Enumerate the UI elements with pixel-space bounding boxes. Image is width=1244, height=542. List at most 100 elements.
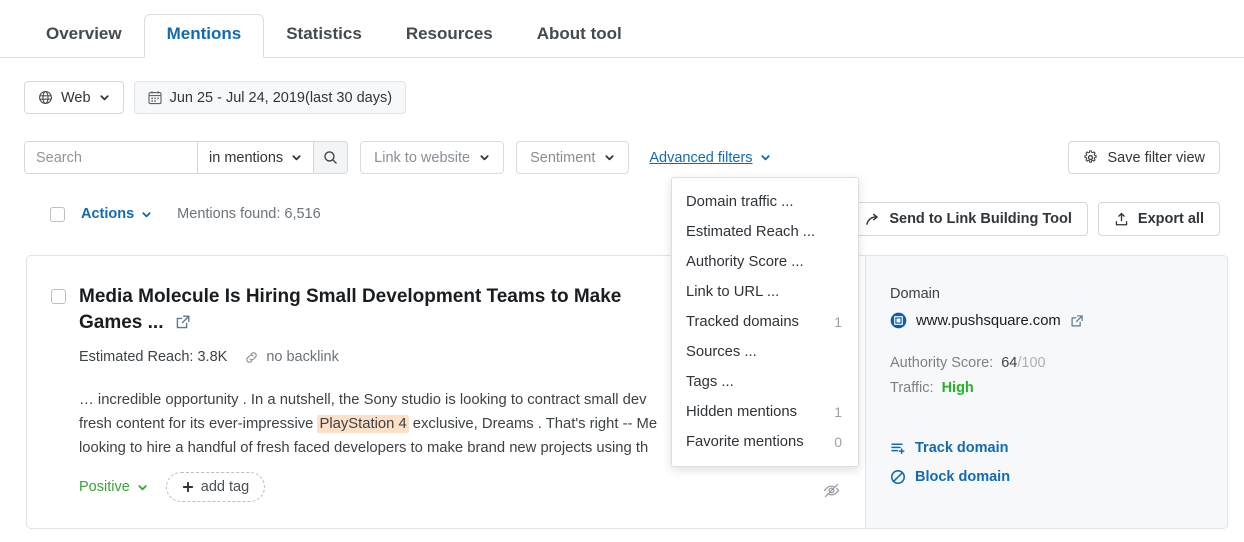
snippet-text: fresh content for its ever-impressive (79, 416, 318, 433)
globe-icon (38, 90, 53, 105)
dropdown-item-count: 1 (834, 314, 842, 330)
select-all-checkbox[interactable] (50, 206, 65, 222)
backlink-status: no backlink (244, 349, 339, 365)
external-link-icon[interactable] (175, 314, 191, 330)
authority-score-value: 64 (1001, 355, 1018, 371)
tab-overview[interactable]: Overview (24, 15, 144, 57)
send-to-link-building-label: Send to Link Building Tool (889, 211, 1072, 227)
search-input[interactable] (25, 142, 197, 173)
filter-row: in mentions Link to website Sentiment (24, 141, 771, 174)
dropdown-item-label: Estimated Reach ... (686, 224, 816, 240)
link-to-website-label: Link to website (374, 149, 471, 166)
add-tag-button[interactable]: add tag (165, 472, 266, 502)
add-tag-label: add tag (200, 479, 250, 495)
search-icon (323, 150, 338, 165)
tab-resources[interactable]: Resources (384, 15, 515, 57)
sentiment-filter-label: Sentiment (530, 149, 596, 166)
track-domain-button[interactable]: Track domain (890, 440, 1010, 456)
mention-card-footer: Positive add tag (79, 472, 266, 502)
track-list-add-icon (890, 440, 906, 456)
save-filter-view-button[interactable]: Save filter view (1068, 141, 1220, 174)
chevron-down-icon (291, 152, 302, 163)
bulk-actions-row: Actions Mentions found: 6,516 (50, 206, 321, 222)
backlink-status-label: no backlink (266, 349, 339, 366)
export-actions: Send to Link Building Tool Export all (849, 202, 1220, 236)
sentiment-value: Positive (79, 479, 130, 495)
snippet-highlight: PlayStation 4 (317, 415, 409, 434)
mention-title[interactable]: Media Molecule Is Hiring Small Developme… (79, 284, 679, 336)
save-filter-view-label: Save filter view (1107, 149, 1205, 166)
dropdown-item-favorite-mentions[interactable]: Favorite mentions 0 (672, 427, 858, 457)
domain-url-link[interactable]: www.pushsquare.com (916, 313, 1061, 329)
advanced-filters-label: Advanced filters (649, 149, 753, 166)
authority-score-label: Authority Score: (890, 355, 994, 371)
dropdown-item-label: Tags ... (686, 374, 734, 390)
domain-stats: Authority Score: 64/100 Traffic: High (890, 351, 1227, 402)
block-domain-button[interactable]: Block domain (890, 469, 1010, 485)
block-icon (890, 469, 906, 485)
hide-mention-button[interactable] (822, 481, 841, 500)
dropdown-item-label: Tracked domains (686, 314, 799, 330)
mention-title-text: Media Molecule Is Hiring Small Developme… (79, 286, 622, 334)
chevron-down-icon (137, 482, 148, 493)
search-group: in mentions (24, 141, 349, 174)
gear-icon (1083, 150, 1098, 165)
square-badge-icon (890, 312, 907, 329)
authority-score-row: Authority Score: 64/100 (890, 351, 1227, 376)
traffic-row: Traffic: High (890, 376, 1227, 401)
dropdown-item-hidden-mentions[interactable]: Hidden mentions 1 (672, 397, 858, 427)
export-all-button[interactable]: Export all (1097, 202, 1220, 236)
advanced-filters-toggle[interactable]: Advanced filters (649, 150, 770, 166)
dropdown-item-sources[interactable]: Sources ... (672, 337, 858, 367)
dropdown-item-domain-traffic[interactable]: Domain traffic ... (672, 187, 858, 217)
link-to-website-filter[interactable]: Link to website (360, 141, 505, 174)
mention-card: Media Molecule Is Hiring Small Developme… (26, 255, 1228, 529)
mentions-found-count: Mentions found: 6,516 (177, 206, 321, 222)
chevron-down-icon (99, 92, 110, 103)
dropdown-item-count: 1 (834, 404, 842, 420)
search-scope-selector[interactable]: in mentions (197, 142, 313, 173)
mention-select-checkbox[interactable] (51, 289, 66, 304)
link-icon (244, 350, 259, 365)
dropdown-item-tracked-domains[interactable]: Tracked domains 1 (672, 307, 858, 337)
chevron-down-icon (141, 209, 152, 220)
sentiment-selector[interactable]: Positive (79, 479, 148, 495)
share-arrow-icon (865, 212, 880, 227)
dropdown-item-label: Domain traffic ... (686, 194, 794, 210)
source-selector[interactable]: Web (24, 81, 124, 114)
snippet-text: … incredible opportunity . In a nutshell… (79, 392, 647, 409)
plus-icon (182, 481, 194, 493)
dropdown-item-tags[interactable]: Tags ... (672, 367, 858, 397)
estimated-reach: Estimated Reach: 3.8K (79, 349, 228, 366)
external-link-icon[interactable] (1070, 314, 1084, 328)
dropdown-item-label: Link to URL ... (686, 284, 780, 300)
dropdown-item-estimated-reach[interactable]: Estimated Reach ... (672, 217, 858, 247)
eye-off-icon (823, 483, 840, 498)
dropdown-item-link-to-url[interactable]: Link to URL ... (672, 277, 858, 307)
snippet-text: looking to hire a handful of fresh faced… (79, 440, 649, 457)
domain-favicon-icon (890, 312, 907, 329)
mentions-page: Overview Mentions Statistics Resources A… (0, 0, 1244, 542)
source-date-row: Web Jun 25 - Jul 24, 2019(last 30 days) (24, 81, 407, 114)
dropdown-item-label: Authority Score ... (686, 254, 804, 270)
domain-panel: Domain www.pushsquare.com Authority Scor… (865, 256, 1227, 528)
traffic-value: High (941, 380, 974, 397)
domain-actions: Track domain Block domain (890, 440, 1010, 498)
domain-row: www.pushsquare.com (890, 312, 1227, 329)
date-range-picker[interactable]: Jun 25 - Jul 24, 2019(last 30 days) (133, 81, 407, 114)
actions-dropdown[interactable]: Actions (81, 206, 152, 222)
calendar-icon (148, 90, 162, 105)
dropdown-item-authority-score[interactable]: Authority Score ... (672, 247, 858, 277)
advanced-filters-dropdown: Domain traffic ... Estimated Reach ... A… (671, 177, 859, 467)
chevron-down-icon (479, 152, 490, 163)
send-to-link-building-button[interactable]: Send to Link Building Tool (849, 202, 1088, 236)
dropdown-item-count: 0 (834, 434, 842, 450)
actions-label: Actions (81, 206, 135, 222)
tab-statistics[interactable]: Statistics (264, 15, 384, 57)
sentiment-filter[interactable]: Sentiment (516, 141, 630, 174)
tab-about-tool[interactable]: About tool (515, 15, 644, 57)
chevron-down-icon (604, 152, 615, 163)
dropdown-item-label: Hidden mentions (686, 404, 798, 420)
tab-mentions[interactable]: Mentions (143, 14, 265, 58)
search-submit-button[interactable] (313, 142, 348, 173)
